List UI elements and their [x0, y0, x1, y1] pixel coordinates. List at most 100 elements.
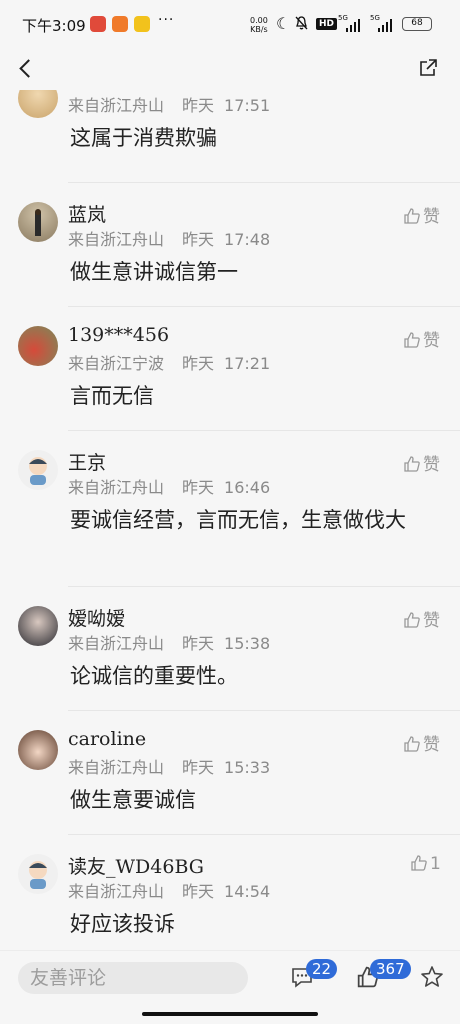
net-speed-unit: KB/s — [250, 25, 268, 34]
comment-meta: 来自浙江舟山 昨天 17:48 — [68, 226, 270, 250]
net-speed-value: 0.00 — [250, 16, 268, 25]
comment-input[interactable]: 友善评论 — [18, 962, 248, 994]
comment-username[interactable]: 嫒呦嫒 — [68, 604, 125, 631]
avatar[interactable] — [18, 450, 58, 490]
comment-time: 14:54 — [224, 882, 271, 901]
more-notifications-icon: ··· — [158, 12, 175, 28]
comment-location: 来自浙江舟山 — [68, 230, 165, 249]
like-article-button[interactable]: 367 — [356, 959, 411, 991]
like-count-badge: 367 — [370, 959, 411, 979]
battery-icon: 68 — [402, 17, 432, 31]
comment-location: 来自浙江舟山 — [68, 478, 165, 497]
comment-location: 来自浙江舟山 — [68, 96, 165, 115]
app-notification-icon — [90, 16, 106, 32]
avatar[interactable] — [18, 90, 58, 118]
nav-bar — [0, 50, 460, 90]
thumbs-up-icon — [411, 855, 427, 871]
comment-day: 昨天 — [182, 96, 215, 115]
comment-username[interactable]: 读友_WD46BG — [68, 852, 204, 879]
like-label: 赞 — [423, 207, 440, 227]
comments-button[interactable]: 22 — [290, 959, 338, 991]
comment-day: 昨天 — [182, 230, 215, 249]
comment-text: 论诚信的重要性。 — [70, 664, 238, 688]
app-notification-icon — [134, 16, 150, 32]
comment-meta: 来自浙江宁波 昨天 17:21 — [68, 350, 270, 374]
thumbs-up-icon — [404, 208, 420, 224]
signal-icon — [346, 18, 360, 32]
comment-meta: 来自浙江舟山 昨天 15:33 — [68, 754, 270, 778]
like-button[interactable]: 赞 — [403, 450, 440, 475]
net-speed: 0.00 KB/s — [250, 16, 268, 34]
thumbs-up-icon — [404, 736, 420, 752]
star-icon — [421, 966, 443, 987]
like-button[interactable]: 1 — [410, 854, 441, 874]
like-label: 赞 — [423, 331, 440, 351]
comment-item: 139***456 来自浙江宁波 昨天 17:21 言而无信 赞 — [0, 322, 460, 426]
divider — [68, 430, 460, 431]
like-button[interactable]: 赞 — [403, 730, 440, 755]
comment-day: 昨天 — [182, 882, 215, 901]
divider — [68, 834, 460, 835]
comment-text: 好应该投诉 — [70, 912, 175, 936]
comment-time: 15:38 — [224, 634, 271, 653]
comment-meta: 来自浙江舟山 昨天 17:51 — [68, 92, 270, 116]
comment-time: 17:21 — [224, 354, 271, 373]
comment-list[interactable]: 来自浙江舟山 昨天 17:51 这属于消费欺骗 蓝岚 来自浙江舟山 昨天 17:48 做… — [0, 90, 460, 950]
share-icon[interactable] — [418, 58, 438, 78]
comment-day: 昨天 — [182, 758, 215, 777]
comment-time: 15:33 — [224, 758, 271, 777]
signal-icon — [378, 18, 392, 32]
divider — [68, 306, 460, 307]
comment-text: 言而无信 — [70, 384, 154, 408]
avatar[interactable] — [18, 606, 58, 646]
comment-location: 来自浙江舟山 — [68, 758, 165, 777]
like-label: 赞 — [423, 735, 440, 755]
comment-time: 17:48 — [224, 230, 271, 249]
avatar[interactable] — [18, 730, 58, 770]
avatar[interactable] — [18, 202, 58, 242]
app-notification-icon — [112, 16, 128, 32]
like-button[interactable]: 赞 — [403, 202, 440, 227]
comment-meta: 来自浙江舟山 昨天 14:54 — [68, 878, 270, 902]
comment-username[interactable]: 蓝岚 — [68, 200, 106, 227]
comment-username[interactable]: 王京 — [68, 448, 106, 475]
comment-count-badge: 22 — [306, 959, 338, 979]
comment-location: 来自浙江宁波 — [68, 354, 165, 373]
comment-location: 来自浙江舟山 — [68, 882, 165, 901]
home-indicator — [142, 1012, 318, 1016]
comment-username[interactable]: caroline — [68, 728, 146, 750]
comment-item: 王京 来自浙江舟山 昨天 16:46 要诚信经营，言而无信，生意做伐大 赞 — [0, 446, 460, 584]
status-indicators: 0.00 KB/s ☾ HD 5G 5G 68 — [250, 14, 440, 36]
favorite-button[interactable] — [420, 965, 448, 991]
like-button[interactable]: 赞 — [403, 326, 440, 351]
thumbs-up-icon — [404, 332, 420, 348]
comment-username[interactable]: 139***456 — [68, 324, 169, 346]
comment-text: 这属于消费欺骗 — [70, 126, 217, 150]
like-count: 1 — [430, 854, 441, 874]
comment-day: 昨天 — [182, 478, 215, 497]
comment-text: 做生意讲诚信第一 — [70, 260, 238, 284]
status-bar: 下午3:09 ··· 0.00 KB/s ☾ HD 5G 5G 68 — [0, 0, 460, 50]
comment-text: 要诚信经营，言而无信，生意做伐大 — [70, 508, 406, 532]
comment-item: caroline 来自浙江舟山 昨天 15:33 做生意要诚信 赞 — [0, 726, 460, 830]
comment-text: 做生意要诚信 — [70, 788, 196, 812]
comment-item: 嫒呦嫒 来自浙江舟山 昨天 15:38 论诚信的重要性。 赞 — [0, 602, 460, 706]
moon-icon: ☾ — [276, 14, 291, 33]
hd-badge: HD — [316, 18, 338, 30]
comment-meta: 来自浙江舟山 昨天 15:38 — [68, 630, 270, 654]
divider — [68, 586, 460, 587]
avatar[interactable] — [18, 854, 58, 894]
avatar[interactable] — [18, 326, 58, 366]
comment-location: 来自浙江舟山 — [68, 634, 165, 653]
mute-bell-icon — [294, 15, 309, 35]
divider — [68, 182, 460, 183]
thumbs-up-icon — [404, 456, 420, 472]
comment-day: 昨天 — [182, 354, 215, 373]
back-icon[interactable] — [16, 56, 38, 82]
comment-item: 读友_WD46BG 来自浙江舟山 昨天 14:54 好应该投诉 1 — [0, 850, 460, 950]
comment-item: 来自浙江舟山 昨天 17:51 这属于消费欺骗 — [0, 90, 460, 180]
divider — [68, 710, 460, 711]
comment-time: 17:51 — [224, 96, 271, 115]
like-button[interactable]: 赞 — [403, 606, 440, 631]
comment-time: 16:46 — [224, 478, 271, 497]
